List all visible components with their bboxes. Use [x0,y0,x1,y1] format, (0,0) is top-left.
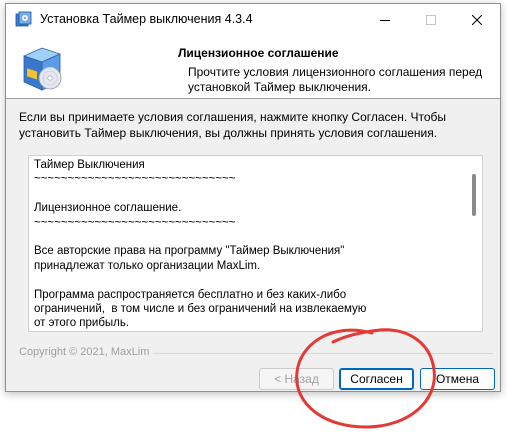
wizard-header: Лицензионное соглашение Прочтите условия… [6,36,500,99]
license-textbox[interactable]: Таймер Выключения ~~~~~~~~~~~~~~~~~~~~~~… [28,155,483,332]
minimize-icon [380,20,390,21]
close-button[interactable] [454,4,500,36]
cancel-button[interactable]: Отмена [420,368,495,390]
header-title: Лицензионное соглашение [178,46,339,60]
license-text[interactable]: Таймер Выключения ~~~~~~~~~~~~~~~~~~~~~~… [34,158,459,331]
window-title: Установка Таймер выключения 4.3.4 [40,12,253,26]
footer: Copyright © 2021, MaxLim [19,346,493,360]
scrollbar-thumb[interactable] [472,174,476,216]
installer-window: Установка Таймер выключения 4.3.4 Лиценз… [5,3,501,392]
close-icon [472,15,482,25]
maximize-icon [426,15,436,25]
minimize-button[interactable] [362,4,408,36]
intro-text: Если вы принимаете условия соглашения, н… [19,110,447,140]
agree-button[interactable]: Согласен [339,368,414,390]
header-subtitle: Прочтите условия лицензионного соглашени… [188,65,483,94]
title-bar[interactable]: Установка Таймер выключения 4.3.4 [6,4,500,36]
maximize-button [408,4,454,36]
back-button: < Назад [259,368,334,390]
installer-app-icon [15,11,32,27]
software-box-cd-icon [22,47,62,91]
copyright-text: Copyright © 2021, MaxLim [19,346,154,358]
license-scrollbar[interactable] [466,156,482,331]
